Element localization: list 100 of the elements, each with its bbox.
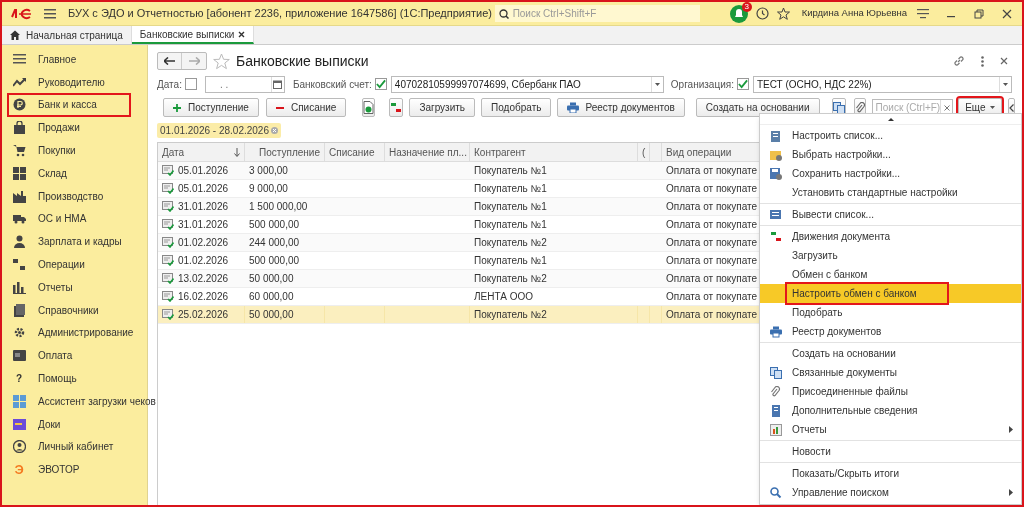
column-header[interactable]: ( xyxy=(638,143,650,161)
field-label: Дата: xyxy=(157,77,182,92)
paperclip-icon xyxy=(770,385,782,398)
sidebar-item[interactable]: Покупки xyxy=(8,139,130,162)
date-field[interactable]: . . xyxy=(204,75,285,93)
menu-item[interactable]: Новости xyxy=(760,442,1021,461)
paperclip-icon xyxy=(854,101,865,114)
factory-icon xyxy=(12,189,26,203)
sidebar-item[interactable]: Ассистент загрузки чеков xyxy=(8,389,160,413)
sidebar-item[interactable]: Доки xyxy=(8,412,130,436)
document-check-icon xyxy=(162,255,174,266)
table-cell-text: 01.02.2026 xyxy=(178,254,229,268)
sidebar-item[interactable]: Склад xyxy=(8,162,130,185)
link-icon[interactable] xyxy=(953,55,965,67)
sidebar-item[interactable]: Э ЭВОТОР xyxy=(8,458,130,482)
sidebar-item[interactable]: ? Помощь xyxy=(8,367,130,390)
menu-item[interactable]: Связанные документы xyxy=(760,363,1021,382)
organization-select[interactable]: ТЕСТ (ОСНО, НДС 22%) xyxy=(752,75,1012,93)
close-icon[interactable] xyxy=(1000,57,1008,65)
menu-item[interactable]: Отчеты xyxy=(760,420,1021,439)
close-icon[interactable] xyxy=(238,30,246,38)
save-gear-icon xyxy=(770,167,782,180)
bell-icon[interactable] xyxy=(729,4,748,23)
table-cell-text: Покупатель №1 xyxy=(474,200,547,214)
logo-icon: Э xyxy=(14,460,24,480)
person-icon xyxy=(12,235,26,249)
menu-icon[interactable] xyxy=(917,8,929,19)
sidebar-item[interactable]: Операции xyxy=(8,253,130,276)
sidebar-item[interactable]: ОС и НМА xyxy=(8,207,130,231)
toolbar-button[interactable]: Реестр документов xyxy=(557,98,685,117)
sidebar-item[interactable]: Оплата xyxy=(8,344,130,368)
account-select[interactable]: 40702810599997074699, Сбербанк ПАО xyxy=(390,75,664,93)
menu-item[interactable]: Присоединенные файлы xyxy=(760,382,1021,401)
document-check-icon xyxy=(162,237,174,248)
back-arrow-icon xyxy=(164,57,175,65)
table-cell-text: 01.02.2026 xyxy=(178,236,229,250)
column-header[interactable]: Дата xyxy=(158,143,245,161)
star-icon[interactable] xyxy=(213,52,230,70)
sidebar-item[interactable]: Зарплата и кадры xyxy=(8,230,130,254)
restore-icon[interactable] xyxy=(974,8,984,19)
table-cell-text: Покупатель №1 xyxy=(474,182,547,196)
document-check-icon xyxy=(162,309,174,320)
sidebar-item[interactable]: Справочники xyxy=(8,298,130,322)
user-name[interactable]: Кирдина Анна Юрьевна xyxy=(801,6,907,21)
checkbox[interactable] xyxy=(736,78,749,90)
table-cell-text: Оплата от покупате xyxy=(666,200,758,214)
table-cell-text: 50 000,00 xyxy=(249,272,294,286)
toolbar-button[interactable]: Поступление xyxy=(163,98,259,117)
toolbar-button[interactable]: Загрузить xyxy=(409,98,476,117)
sidebar-item[interactable]: Руководителю xyxy=(8,70,130,94)
menu-item[interactable]: Создать на основании xyxy=(760,344,1021,363)
table-cell-text: Покупатель №1 xyxy=(474,218,547,232)
folder-icon xyxy=(12,417,26,431)
menu-item[interactable]: Дополнительные сведения xyxy=(760,401,1021,420)
menu-item[interactable]: Настроить обмен с банком xyxy=(760,284,1021,303)
icon-button[interactable] xyxy=(362,98,376,117)
sidebar-item[interactable]: Банк и касса xyxy=(8,93,130,117)
icon-button[interactable] xyxy=(389,98,404,117)
toolbar-button[interactable]: Создать на основании xyxy=(695,98,820,117)
menu-item[interactable]: Управление поиском xyxy=(760,483,1021,502)
table-cell-text: 05.01.2026 xyxy=(178,164,229,178)
sidebar-item[interactable]: Отчеты xyxy=(8,275,130,299)
sidebar-item[interactable]: Главное xyxy=(8,48,130,71)
sidebar-item[interactable]: Продажи xyxy=(8,116,130,140)
checkbox[interactable] xyxy=(374,78,387,90)
menu-icon[interactable] xyxy=(44,8,56,19)
close-icon[interactable] xyxy=(1002,8,1012,19)
period-chip[interactable]: 01.01.2026 - 28.02.2026 xyxy=(157,123,281,138)
checkbox[interactable] xyxy=(184,78,197,90)
history-icon[interactable] xyxy=(755,7,769,20)
clear-icon xyxy=(943,104,950,111)
sidebar-item[interactable]: Администрирование xyxy=(8,321,138,345)
column-header[interactable]: Назначение пл... xyxy=(385,143,470,161)
sidebar-item[interactable]: Производство xyxy=(8,184,130,208)
search-icon xyxy=(498,8,509,19)
more-icon[interactable] xyxy=(981,55,984,67)
menu-item[interactable]: Выбрать настройки... xyxy=(760,145,1021,164)
menu-item[interactable]: Вывести список... xyxy=(760,205,1021,224)
table-cell-text: ЛЕНТА ООО xyxy=(474,290,533,304)
document-check-icon xyxy=(162,291,174,302)
column-header[interactable]: Списание xyxy=(325,143,385,161)
column-header[interactable]: Поступление xyxy=(245,143,325,161)
tab[interactable]: Банковские выписки xyxy=(131,26,255,44)
toolbar-button[interactable]: Списание xyxy=(265,98,347,117)
document-icon xyxy=(770,404,782,417)
toolbar-button[interactable]: Подобрать xyxy=(481,98,552,117)
star-icon[interactable] xyxy=(776,7,790,20)
column-header[interactable]: Контрагент xyxy=(470,143,638,161)
list-settings-icon xyxy=(770,129,782,142)
forward-arrow-icon xyxy=(188,57,200,65)
menu-item[interactable]: Реестр документов xyxy=(760,322,1021,341)
check-icon xyxy=(375,79,386,89)
menu-item[interactable]: Настроить список... xyxy=(760,126,1021,145)
table-cell-text: 500 000,00 xyxy=(249,254,300,268)
sidebar-item[interactable]: Личный кабинет xyxy=(8,435,130,459)
bag-icon xyxy=(12,121,26,135)
menu-item[interactable]: Показать/Скрыть итоги xyxy=(760,464,1021,483)
submenu-arrow-icon xyxy=(1009,426,1013,433)
table-cell-text: Покупатель №1 xyxy=(474,164,547,178)
card-icon xyxy=(12,349,26,363)
